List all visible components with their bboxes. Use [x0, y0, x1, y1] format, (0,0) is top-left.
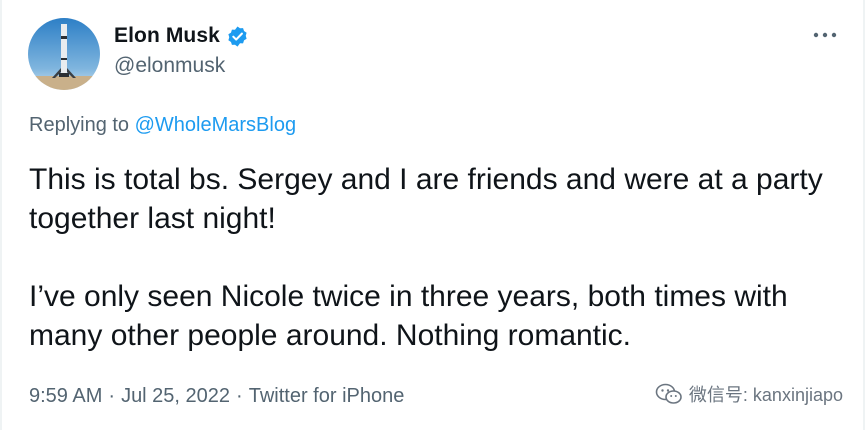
- wechat-icon: [655, 383, 682, 404]
- tweet-paragraph: This is total bs. Sergey and I are frien…: [29, 163, 823, 235]
- avatar[interactable]: [28, 18, 100, 90]
- more-dots-icon: [813, 32, 837, 38]
- tweet-time[interactable]: 9:59 AM: [29, 385, 102, 408]
- watermark: 微信号: kanxinjiapo: [655, 381, 843, 407]
- tweet-paragraph: I’ve only seen Nicole twice in three yea…: [29, 280, 788, 352]
- tweet-meta: 9:59 AM · Jul 25, 2022 · Twitter for iPh…: [29, 385, 404, 408]
- more-options-button[interactable]: [807, 20, 843, 50]
- reply-mention-link[interactable]: @WholeMarsBlog: [135, 114, 296, 136]
- replying-to: Replying to @WholeMarsBlog: [29, 114, 296, 137]
- meta-separator: ·: [236, 385, 243, 407]
- tweet-source-link[interactable]: Twitter for iPhone: [249, 385, 405, 408]
- rocket-avatar-icon: [28, 18, 100, 90]
- tweet-text: This is total bs. Sergey and I are frien…: [29, 160, 849, 355]
- meta-separator: ·: [108, 385, 116, 407]
- tweet-date[interactable]: Jul 25, 2022: [121, 385, 230, 408]
- author-handle[interactable]: @elonmusk: [114, 54, 225, 78]
- author-name-row[interactable]: Elon Musk: [114, 24, 249, 48]
- display-name[interactable]: Elon Musk: [114, 24, 220, 48]
- verified-badge-icon: [226, 25, 249, 48]
- tweet-card: Elon Musk @elonmusk Replying to @WholeMa…: [0, 0, 865, 430]
- replying-to-label: Replying to: [29, 114, 130, 136]
- watermark-text: 微信号: kanxinjiapo: [688, 385, 843, 405]
